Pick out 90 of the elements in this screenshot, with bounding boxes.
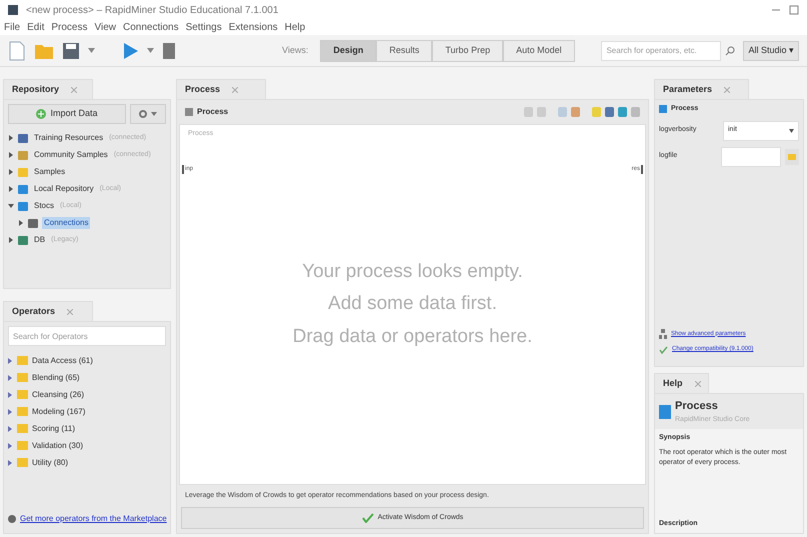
tree-item[interactable]: Utility (80) [32,456,68,468]
menu-item[interactable]: Connections [122,20,179,35]
new-file-icon [8,40,26,60]
close-icon [694,380,701,386]
tree-item[interactable]: Blending (65) [32,372,80,384]
tree-item[interactable]: Stocs [32,200,56,212]
tree-item[interactable]: Scoring (11) [32,422,75,434]
tree-item[interactable]: Cleansing (26) [32,388,84,400]
view-tab[interactable]: Results [376,40,432,62]
tab-label: Repository [12,82,60,96]
menu-item[interactable]: Extensions [228,20,278,35]
tree-item[interactable]: Community Samples [32,149,110,161]
close-icon [232,86,238,92]
expand-arrow-icon [8,408,13,414]
menu-item[interactable]: File [4,20,20,35]
process-icon [659,404,671,418]
view-tab[interactable]: Turbo Prep [432,40,504,62]
menu-item[interactable]: Settings [186,20,222,35]
dropdown-caret-icon [147,48,154,53]
window-title: <new process> – RapidMiner Studio Educational 7.1.001 [26,4,280,18]
expand-arrow-icon [8,442,13,448]
expand-arrow-icon [8,392,13,398]
view-tab[interactable]: Auto Model [503,40,575,62]
hierarchy-icon [659,329,667,339]
help-title: Process [675,399,719,414]
panel-tab[interactable]: Repository [3,79,93,99]
operator-search-field[interactable]: Search for Operators [8,326,166,346]
plus-icon [36,109,46,119]
tree-item[interactable]: Samples [32,166,68,178]
menu-item[interactable]: Help [284,20,306,35]
stop-icon [162,42,176,60]
run-icon [123,42,139,60]
import-data-button[interactable]: Import Data [8,104,126,124]
tree-item[interactable]: Connections [42,217,90,229]
tab-label: Help [663,376,683,390]
options-button[interactable] [130,104,166,124]
marketplace-link[interactable]: Get more operators from the Marketplace [20,513,167,525]
tree-item[interactable]: Validation (30) [32,440,83,452]
check-icon [362,513,374,523]
expand-arrow-icon [8,358,13,364]
folder-icon [17,373,28,382]
panel-tab[interactable]: Operators [3,301,93,321]
empty-hint: Drag data or operators here. [292,324,532,348]
dropdown-caret-icon [789,128,794,132]
process-icon [185,108,193,116]
tree-item[interactable]: Training Resources [32,132,106,144]
process-icon [659,105,667,114]
tree-item[interactable]: DB [32,234,48,246]
folder-icon [17,424,28,433]
app-icon [8,5,18,15]
save-icon [62,42,80,60]
menu-item[interactable]: View [94,20,116,35]
menu-item[interactable]: Edit [27,20,44,35]
search-field[interactable]: Search for operators, etc. [601,40,722,60]
tab-label: Parameters [663,82,712,96]
expand-arrow-icon [8,426,13,432]
dropdown-caret-icon [151,112,157,116]
panel-tab[interactable]: Help [654,373,709,393]
expand-arrow-icon [8,460,13,466]
folder-icon [17,356,28,365]
empty-hint: Add some data first. [328,292,497,316]
dropdown-caret-icon [88,48,95,53]
folder-icon [17,407,28,416]
tree-item[interactable]: Local Repository [32,183,96,195]
search-icon [725,46,736,56]
expand-arrow-icon [8,374,13,380]
gear-icon [139,110,147,118]
tree-item[interactable]: Data Access (61) [32,354,93,366]
check-icon [659,346,668,354]
panel-tab[interactable]: Parameters [654,79,749,99]
view-tab[interactable]: Design [320,40,376,62]
folder-icon [17,441,28,450]
folder-icon [17,458,28,467]
menu-item[interactable]: Process [51,20,88,35]
panel-tab[interactable]: Process [176,79,266,99]
tab-label: Operators [12,304,56,318]
studio-dropdown[interactable]: All Studio ▾ [743,40,799,60]
folder-icon [17,390,28,399]
tree-item[interactable]: Modeling (167) [32,406,86,418]
folder-icon [785,148,799,164]
maximize-icon [789,5,799,15]
tab-label: Process [185,82,220,96]
parameter-field[interactable] [721,146,781,166]
close-icon [724,86,730,92]
breadcrumb[interactable]: Process [197,106,228,118]
close-icon [71,86,78,92]
close-icon [67,308,74,314]
views-label: Views: [282,44,308,57]
empty-hint: Your process looks empty. [302,260,523,284]
marketplace-icon [8,515,16,523]
